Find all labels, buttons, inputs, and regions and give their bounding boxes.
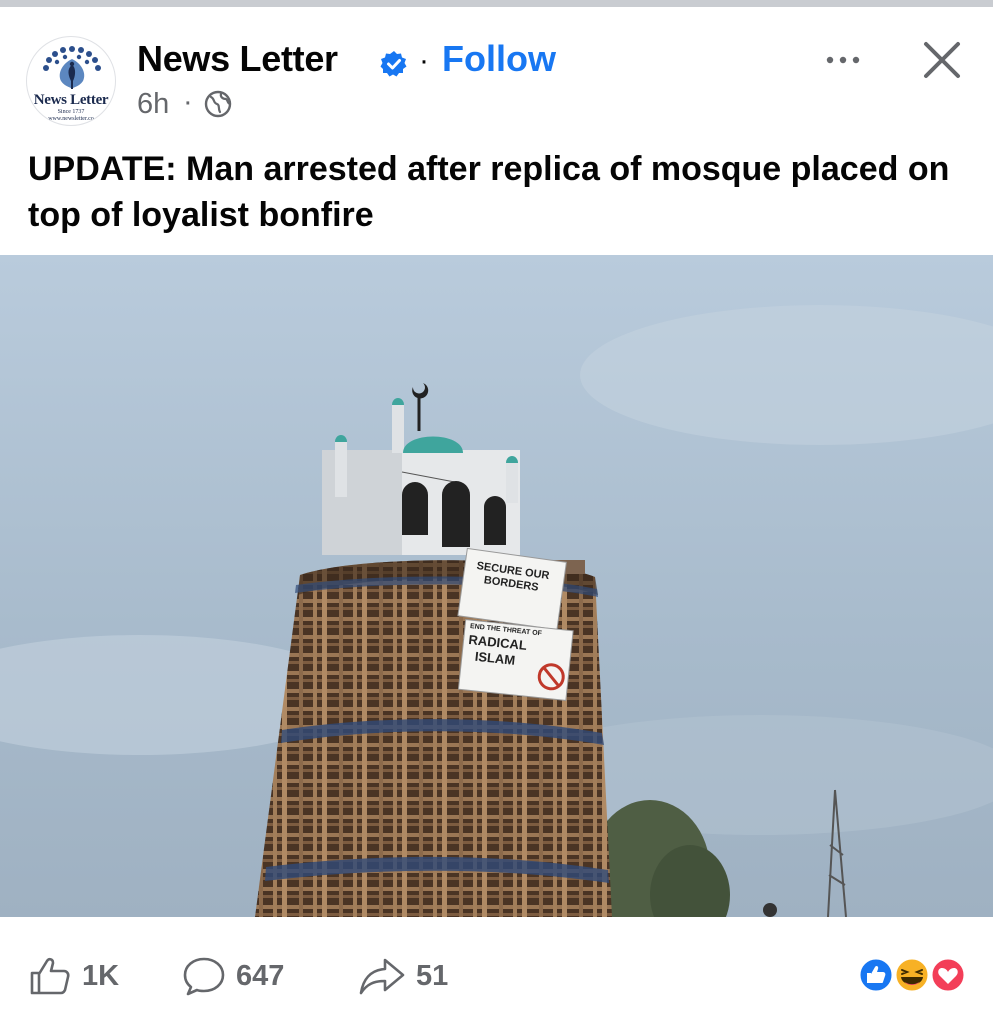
avatar-since-text: Since 1737 [57, 109, 85, 115]
close-icon[interactable] [920, 38, 964, 82]
reactions-summary[interactable] [856, 955, 971, 995]
love-reaction-icon [929, 956, 967, 994]
share-icon [359, 958, 405, 995]
like-reaction-icon [857, 956, 895, 994]
like-icon [30, 957, 70, 995]
share-count: 51 [416, 959, 449, 992]
avatar-url-text: www.newsletter.co [48, 116, 94, 122]
page-name[interactable]: News Letter [137, 38, 338, 80]
top-divider [0, 0, 993, 7]
like-button[interactable]: 1K [28, 956, 119, 996]
comment-button[interactable]: 647 [182, 956, 284, 996]
time-separator-dot: · [183, 86, 193, 118]
post-photo[interactable]: SECURE OUR BORDERS END THE THREAT OF RAD… [0, 255, 993, 917]
post-time[interactable]: 6h [137, 88, 169, 121]
comment-count: 647 [236, 959, 285, 992]
share-button[interactable]: 51 [358, 956, 448, 996]
globe-icon [204, 90, 232, 118]
post-actions-bar: 1K 647 51 [0, 940, 993, 1010]
post-headline[interactable]: UPDATE: Man arrested after replica of mo… [28, 146, 958, 238]
comment-icon [183, 957, 225, 996]
page-avatar[interactable]: News Letter Since 1737 www.newsletter.co [26, 36, 116, 126]
avatar-brand-text: News Letter [33, 92, 109, 108]
verified-badge-icon [380, 51, 407, 77]
like-count: 1K [82, 959, 120, 992]
follow-button[interactable]: Follow [442, 38, 556, 80]
separator-dot: · [419, 44, 429, 77]
haha-reaction-icon [893, 956, 931, 994]
more-options-icon[interactable] [818, 40, 868, 80]
